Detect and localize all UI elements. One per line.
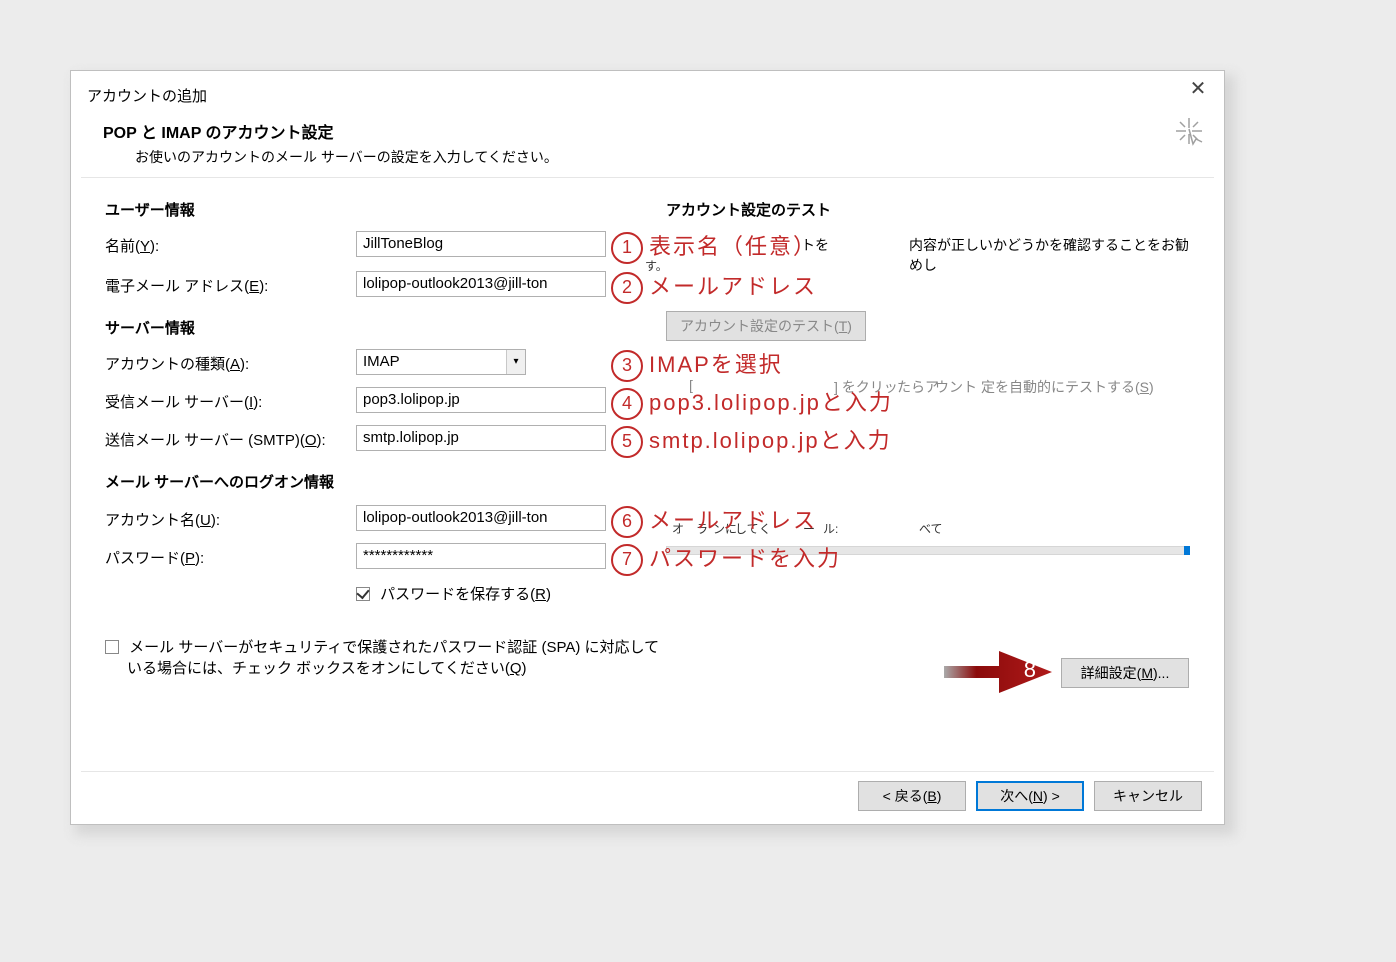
incoming-server-input[interactable]: pop3.lolipop.jp (356, 387, 606, 413)
account-type-label: アカウントの種類(A): (105, 353, 249, 374)
slider-knob[interactable] (1184, 546, 1190, 555)
autotest-frag: 定を自動的にテストする(S) (981, 377, 1154, 397)
back-button[interactable]: < 戻る(B) (858, 781, 966, 811)
autotest-frag: ウント (935, 377, 977, 397)
email-label: 電子メール アドレス(E): (105, 275, 268, 296)
annotation-1: 1表示名（任意） (611, 229, 817, 264)
annotation-7: 7パスワードを入力 (611, 541, 841, 576)
section-server-info: サーバー情報 (105, 317, 195, 338)
checkbox-icon (356, 587, 370, 601)
remember-password-checkbox[interactable]: パスワードを保存する(R) (356, 583, 551, 604)
checkbox-icon (105, 640, 119, 654)
next-button[interactable]: 次へ(N) > (976, 781, 1084, 811)
dialog-footer: < 戻る(B) 次へ(N) > キャンセル (71, 774, 1224, 824)
annotation-3: 3IMAPを選択 (611, 347, 783, 382)
wizard-header: POP と IMAP のアカウント設定 お使いのアカウントのメール サーバーの設… (87, 119, 1154, 167)
add-account-dialog: アカウントの追加 ✕ POP と IMAP のアカウント設定 お使いのアカウント… (70, 70, 1225, 825)
annotation-5: 5smtp.lolipop.jpと入力 (611, 423, 892, 458)
autotest-frag: たらア (897, 377, 939, 397)
name-label: 名前(Y): (105, 235, 159, 256)
offline-frag: べて (919, 520, 943, 537)
annotation-2: 2メールアドレス (611, 269, 817, 304)
advanced-settings-button[interactable]: 詳細設定(M)... (1061, 658, 1189, 688)
dialog-body: ユーザー情報 名前(Y): JillToneBlog 電子メール アドレス(E)… (101, 191, 1194, 754)
outgoing-server-input[interactable]: smtp.lolipop.jp (356, 425, 606, 451)
annotation-6: 6メールアドレス (611, 503, 817, 538)
account-type-select[interactable]: IMAP ▾ (356, 349, 526, 375)
email-input[interactable]: lolipop-outlook2013@jill-ton (356, 271, 606, 297)
section-user-info: ユーザー情報 (105, 199, 195, 220)
password-label: パスワード(P): (105, 547, 204, 568)
spa-checkbox[interactable]: メール サーバーがセキュリティで保護されたパスワード認証 (SPA) に対応して… (105, 636, 665, 678)
incoming-server-label: 受信メール サーバー(I): (105, 391, 262, 412)
close-icon[interactable]: ✕ (1180, 79, 1216, 103)
offline-frag: ル: (823, 520, 838, 537)
chevron-down-icon: ▾ (506, 350, 525, 374)
page-title: POP と IMAP のアカウント設定 (103, 119, 1154, 143)
outgoing-server-label: 送信メール サーバー (SMTP)(O): (105, 429, 326, 450)
test-desc-frag: 内容が正しいかどうかを確認することをお勧めし (909, 235, 1194, 275)
titlebar: アカウントの追加 ✕ (71, 71, 1224, 107)
account-name-label: アカウント名(U): (105, 509, 220, 530)
name-input[interactable]: JillToneBlog (356, 231, 606, 257)
section-logon-info: メール サーバーへのログオン情報 (105, 471, 334, 492)
cursor-icon (1174, 116, 1204, 146)
window-title: アカウントの追加 (87, 85, 207, 106)
arrow-annotation-8: 8 (944, 649, 1054, 695)
test-account-button: アカウント設定のテスト(T) (666, 311, 866, 341)
password-input[interactable]: ************ (356, 543, 606, 569)
annotation-4: 4pop3.lolipop.jpと入力 (611, 385, 893, 420)
account-name-input[interactable]: lolipop-outlook2013@jill-ton (356, 505, 606, 531)
section-test: アカウント設定のテスト (666, 199, 831, 220)
cancel-button[interactable]: キャンセル (1094, 781, 1202, 811)
page-subtitle: お使いのアカウントのメール サーバーの設定を入力してください。 (135, 147, 1154, 167)
